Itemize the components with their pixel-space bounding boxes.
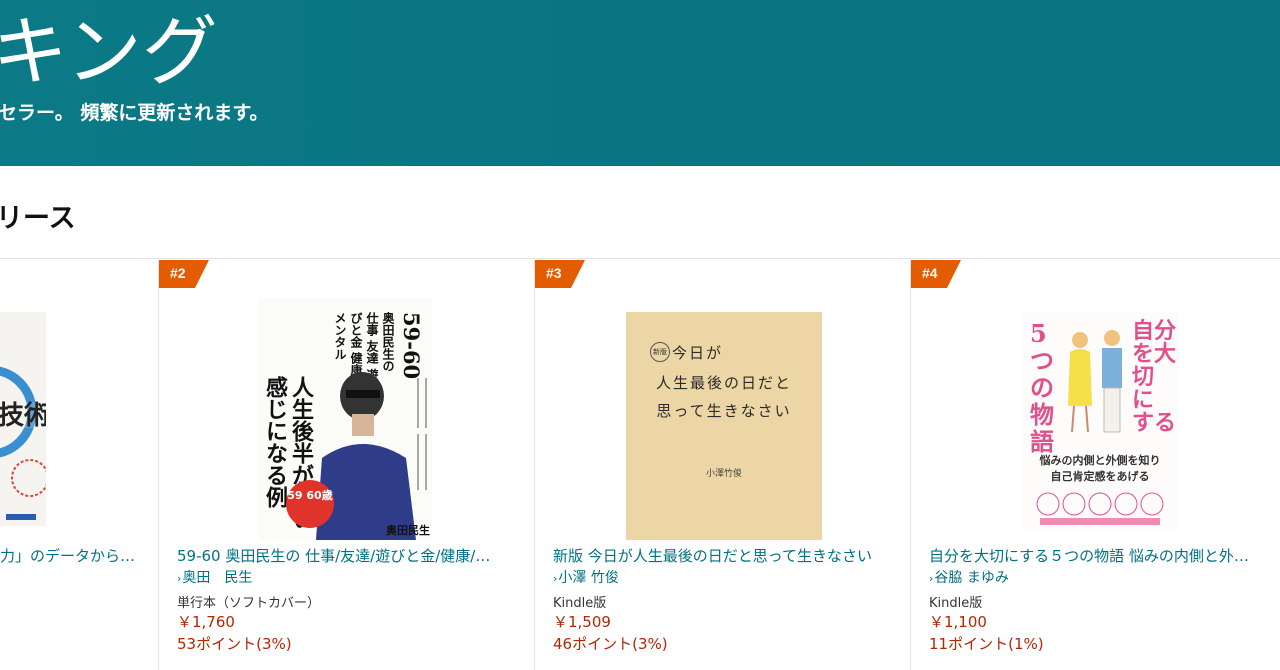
book-title-link[interactable]: 力」のデータから… xyxy=(0,545,150,566)
author-link[interactable]: ›谷脇 まゆみ xyxy=(929,567,1009,587)
banner-subtitle: セラー。 頻繁に更新されます。 xyxy=(0,102,269,124)
cover-author: 奥田民生 xyxy=(386,524,430,537)
author-link[interactable]: ›奥田 民生 xyxy=(177,567,252,587)
cover-line3: 思って生きなさい xyxy=(656,402,792,420)
rank-badge: #4 xyxy=(911,260,961,288)
cover-sub1: 悩みの内側と外側を知り xyxy=(1039,454,1161,467)
svg-text:技術: 技術 xyxy=(0,401,46,431)
book-price: ￥1,100 xyxy=(929,613,987,631)
cover-portrait xyxy=(316,372,427,540)
author-link[interactable]: ›小澤 竹俊 xyxy=(553,567,619,587)
cover-line1: 今日が xyxy=(672,344,724,362)
cover-author: 小澤竹俊 xyxy=(705,469,742,479)
cover-illustration xyxy=(1068,330,1122,433)
book-title-link[interactable]: 新版 今日が人生最後の日だと思って生きなさい xyxy=(553,545,901,566)
rank-badge: #3 xyxy=(535,260,585,288)
chevron-right-icon: › xyxy=(553,572,558,585)
section-title: リース xyxy=(0,203,76,234)
book-title-link[interactable]: 59-60 奥田民生の 仕事/友達/遊びと金/健康/… xyxy=(177,545,525,566)
book-cover[interactable]: 新版 今日が 人生最後の日だと 思って生きなさい 小澤竹俊 xyxy=(626,312,822,540)
chevron-right-icon: › xyxy=(177,572,182,585)
book-format: 単行本（ソフトカバー） xyxy=(177,596,321,611)
ranking-banner: キング セラー。 頻繁に更新されます。 xyxy=(0,0,1280,166)
book-cover[interactable]: 5つの物語 自分を大切にする 悩みの内側と外側を知り 自己肯定感をあげる xyxy=(1022,312,1178,530)
cover-sub2: 自己肯定感をあげる xyxy=(1050,470,1150,483)
book-cover[interactable]: 59-60 奥田民生の 仕事 友達 遊びと金 健康 メンタル 人生後半がいい感じ… xyxy=(258,298,432,540)
cover-right-title: 自分を大切にする xyxy=(1132,318,1177,436)
cover-circles xyxy=(1036,492,1164,525)
book-points: 11ポイント(1%) xyxy=(929,635,1044,653)
cover-left-title: 5つの物語 xyxy=(1030,319,1054,456)
book-points: 53ポイント(3%) xyxy=(177,635,292,653)
cover-badge: 59 60歳 xyxy=(286,480,334,528)
book-title-link[interactable]: 自分を大切にする５つの物語 悩みの内側と外… xyxy=(929,545,1277,566)
book-points: 46ポイント(3%) xyxy=(553,635,668,653)
banner-title: キング xyxy=(0,7,218,96)
book-format: Kindle版 xyxy=(553,596,607,611)
book-cover-art: 技術 xyxy=(0,366,46,520)
book-price: ￥1,509 xyxy=(553,613,611,631)
chevron-right-icon: › xyxy=(929,572,934,585)
book-format: Kindle版 xyxy=(929,596,983,611)
rank-badge: #2 xyxy=(159,260,209,288)
cover-tag: 新版 xyxy=(650,342,670,362)
book-price: ￥1,760 xyxy=(177,613,235,631)
book-cover[interactable]: 技術 xyxy=(0,312,46,526)
cover-line2: 人生最後の日だと xyxy=(655,374,792,392)
